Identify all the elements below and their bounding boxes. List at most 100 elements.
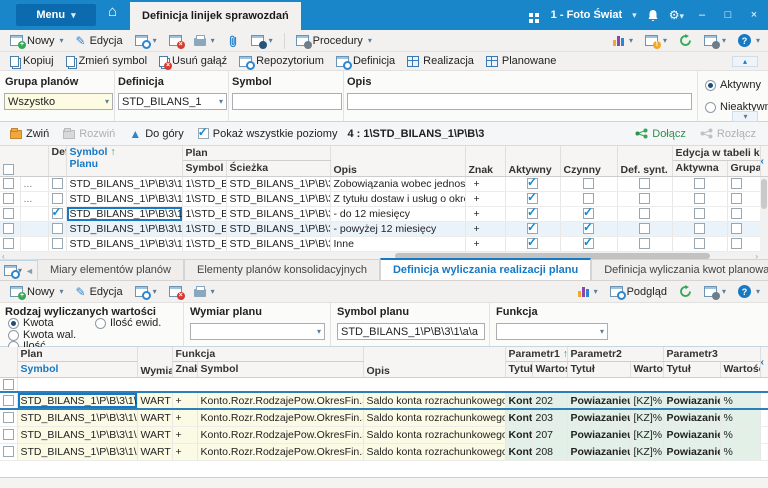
opis-input[interactable] <box>347 93 692 110</box>
col-symbol-planu[interactable]: Symbol ↑ Planu <box>66 146 182 176</box>
table-row[interactable]: ... STD_BILANS_1\P\B\3\1 1\STD_BIL STD_B… <box>0 176 768 191</box>
col-plan-symbol[interactable]: Symbol <box>182 160 226 176</box>
chart-button[interactable] <box>609 33 637 48</box>
plan-symbol-combo[interactable]: STD_BILANS_1\P\B\3\1\a\a <box>337 323 485 340</box>
tab-elementy[interactable]: Elementy planów konsolidacyjnych <box>184 259 380 280</box>
plan-group-combo[interactable]: Wszystko <box>4 93 113 110</box>
preview-button[interactable]: Podgląd <box>606 284 671 300</box>
maximize-button[interactable]: □ <box>720 9 736 21</box>
vertical-scrollbar[interactable] <box>760 177 768 252</box>
tab-miary[interactable]: Miary elementów planów <box>37 259 184 280</box>
col-p2-tytul[interactable]: Tytuł <box>567 361 630 377</box>
col-opis[interactable]: Opis <box>363 347 505 377</box>
expand-tree-button[interactable]: Rozwiń <box>59 126 119 142</box>
col-funkcja-symbol[interactable]: Symbol <box>197 361 363 377</box>
table-row-selected[interactable]: STD_BILANS_1\P\B\3\1\a\a WART + Konto.Ro… <box>0 392 768 409</box>
tab-definicja-realizacji[interactable]: Definicja wyliczania realizacji planu <box>380 258 591 280</box>
function-combo[interactable] <box>496 323 608 340</box>
table-row[interactable]: STD_BILANS_1\P\B\3\1\a\a WART + Konto.Ro… <box>0 426 768 443</box>
company-chevron-icon[interactable]: ▾ <box>632 10 637 21</box>
search-button[interactable] <box>131 33 161 48</box>
new-button[interactable]: + Nowy <box>6 33 68 49</box>
repository-button[interactable]: Repozytorium <box>235 53 328 69</box>
collapse-filter-button[interactable] <box>732 56 758 67</box>
table-row[interactable]: STD_BILANS_1\P\B\3\1\b 1\STD_BIL STD_BIL… <box>0 236 768 251</box>
refresh-button[interactable] <box>675 32 696 49</box>
document-tab[interactable]: Definicja linijek sprawozdań <box>130 2 301 30</box>
col-znak[interactable]: Znak <box>172 361 197 377</box>
col-p2-wartosc[interactable]: Wartość <box>630 361 663 377</box>
detach-button[interactable]: Rozłącz <box>696 126 760 142</box>
active-radio[interactable]: Aktywny <box>705 79 761 91</box>
col-p3-tytul[interactable]: Tytuł <box>663 361 720 377</box>
table-row[interactable]: STD_BILANS_1\P\B\3\1\a\a WART + Konto.Ro… <box>0 409 768 426</box>
col-p1-tytul[interactable]: Tytuł <box>505 361 532 377</box>
detail-refresh-button[interactable] <box>675 283 696 300</box>
detail-help-button[interactable]: ? <box>734 283 764 300</box>
detail-edit-button[interactable]: Edycja <box>72 283 127 301</box>
col-def[interactable]: Def <box>48 146 66 176</box>
close-button[interactable]: × <box>746 9 762 21</box>
attachment-button[interactable] <box>223 32 243 50</box>
ilosc-ewid-radio[interactable]: Ilość ewid. <box>95 317 161 329</box>
contractor-button[interactable] <box>247 33 277 48</box>
col-ed-aktywna[interactable]: Aktywna <box>672 160 727 176</box>
col-sciezka[interactable]: Ścieżka <box>226 160 330 176</box>
detail-delete-button[interactable]: × <box>165 284 186 299</box>
detail-chart-button[interactable] <box>574 284 602 299</box>
detail-new-button[interactable]: + Nowy <box>6 284 68 300</box>
attach-button[interactable]: Dołącz <box>631 126 690 142</box>
col-p3-wartosc[interactable]: Wartość <box>720 361 760 377</box>
collapse-columns-button[interactable]: ‹ <box>760 347 768 377</box>
select-all-header[interactable] <box>0 146 48 176</box>
tabs-scroll-left-icon[interactable]: ◄ <box>22 266 37 276</box>
col-p1-wartosc[interactable]: Wartość <box>532 361 567 377</box>
home-icon[interactable]: ⌂ <box>108 3 117 20</box>
detail-layout-button[interactable] <box>700 284 730 299</box>
col-ed-grupa[interactable]: Grupa wyma <box>727 160 760 176</box>
gear-icon[interactable]: ⚙▾ <box>669 8 684 22</box>
collapse-columns-button[interactable]: ‹ <box>760 146 768 176</box>
minimize-button[interactable]: – <box>694 9 710 21</box>
tab-options-button[interactable] <box>4 265 22 276</box>
plan-dimension-combo[interactable] <box>190 323 325 340</box>
col-def-synt[interactable]: Def. synt. <box>617 146 672 176</box>
table-row[interactable]: ... STD_BILANS_1\P\B\3\1\a 1\STD_BIL STD… <box>0 191 768 206</box>
print-button[interactable] <box>190 33 219 48</box>
bottom-scroll-area[interactable] <box>0 477 768 488</box>
col-czynny[interactable]: Czynny <box>560 146 617 176</box>
edit-button[interactable]: Edycja <box>72 32 127 50</box>
symbol-input[interactable] <box>232 93 342 110</box>
col-symbol[interactable]: Symbol <box>17 361 137 377</box>
go-up-button[interactable]: Do góry <box>125 125 187 143</box>
layout-button[interactable] <box>700 33 730 48</box>
app-grid-icon[interactable] <box>529 13 533 17</box>
tab-definicja-kwot[interactable]: Definicja wyliczania kwot planowanych <box>591 259 768 280</box>
delete-branch-button[interactable]: ×Usuń gałąź <box>155 53 231 69</box>
definition-button[interactable]: Definicja <box>332 53 399 69</box>
col-opis[interactable]: Opis <box>330 146 465 176</box>
log-button[interactable]: ! <box>641 33 671 48</box>
realization-button[interactable]: Realizacja <box>403 53 478 69</box>
col-znak[interactable]: Znak <box>465 146 505 176</box>
copy-button[interactable]: Kopiuj <box>6 53 58 69</box>
collapse-tree-button[interactable]: Zwiń <box>6 126 53 142</box>
help-button[interactable]: ? <box>734 32 764 49</box>
detail-print-button[interactable] <box>190 284 219 299</box>
definition-combo[interactable]: STD_BILANS_1 <box>118 93 227 110</box>
expand-filter-button[interactable] <box>732 111 758 122</box>
delete-button[interactable]: × <box>165 33 186 48</box>
kwota-radio[interactable]: Kwota <box>8 317 54 329</box>
col-aktywny[interactable]: Aktywny <box>505 146 560 176</box>
procedures-button[interactable]: Procedury <box>292 33 376 49</box>
col-wymiar[interactable]: Wymiar <box>137 347 172 377</box>
bell-icon[interactable] <box>647 9 659 22</box>
table-row-selected[interactable]: STD_BILANS_1\P\B\3\1\a\a 1\STD_BIL STD_B… <box>0 206 768 221</box>
planned-button[interactable]: Planowane <box>482 53 560 69</box>
menu-button[interactable]: Menu▾ <box>16 4 96 26</box>
detail-search-button[interactable] <box>131 284 161 299</box>
table-row[interactable]: STD_BILANS_1\P\B\3\1\a\b 1\STD_BIL STD_B… <box>0 221 768 236</box>
change-symbol-button[interactable]: Zmień symbol <box>62 53 151 69</box>
table-row[interactable]: STD_BILANS_1\P\B\3\1\a\a WART + Konto.Ro… <box>0 443 768 460</box>
show-all-levels-checkbox[interactable]: Pokaż wszystkie poziomy <box>194 126 342 142</box>
